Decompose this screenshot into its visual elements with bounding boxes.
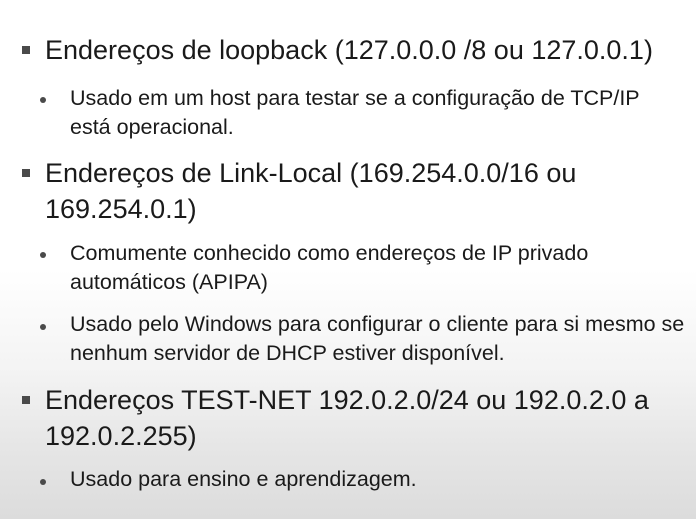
slide: Endereços de loopback (127.0.0.0 /8 ou 1… [0, 0, 696, 519]
dot-bullet-icon [40, 479, 46, 485]
bullet-loopback: Endereços de loopback (127.0.0.0 /8 ou 1… [45, 35, 653, 65]
sub-bullet-windows-dhcp: Usado pelo Windows para configurar o cli… [70, 312, 685, 365]
sub-bullet-teaching: Usado para ensino e aprendizagem. [70, 467, 417, 491]
bullet-test-net: Endereços TEST-NET 192.0.2.0/24 ou 192.0… [45, 385, 649, 451]
square-bullet-icon [22, 396, 30, 404]
sub-bullet-loopback-usage: Usado em um host para testar se a config… [70, 86, 640, 139]
square-bullet-icon [22, 46, 30, 54]
dot-bullet-icon [40, 97, 46, 103]
sub-bullet-apipa: Comumente conhecido como endereços de IP… [70, 241, 589, 294]
bullet-link-local: Endereços de Link-Local (169.254.0.0/16 … [45, 158, 577, 224]
dot-bullet-icon [40, 324, 46, 330]
square-bullet-icon [22, 169, 30, 177]
dot-bullet-icon [40, 252, 46, 258]
